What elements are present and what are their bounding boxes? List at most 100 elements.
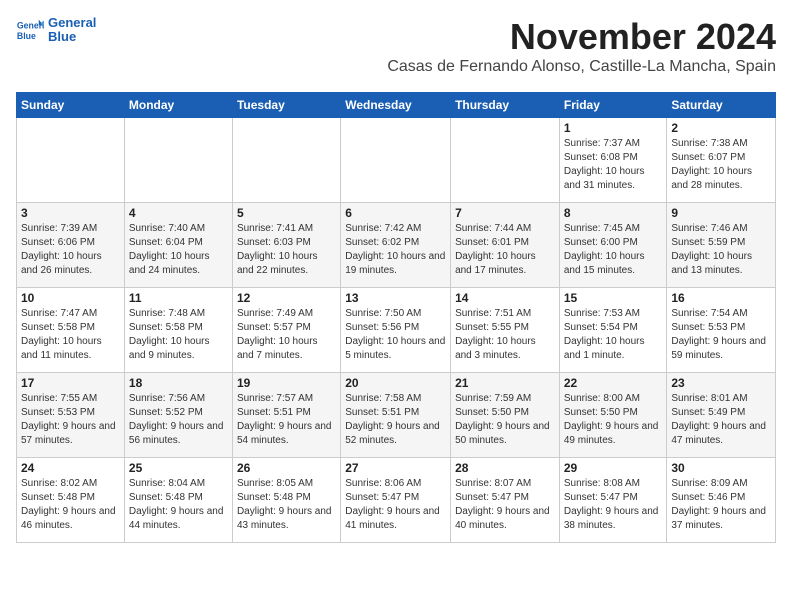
day-info: Sunrise: 7:57 AM Sunset: 5:51 PM Dayligh… — [237, 392, 336, 448]
day-number: 30 — [671, 461, 771, 475]
col-header-sunday: Sunday — [17, 93, 125, 118]
calendar-cell: 26 Sunrise: 8:05 AM Sunset: 5:48 PM Dayli… — [232, 458, 340, 543]
col-header-thursday: Thursday — [451, 93, 560, 118]
col-header-saturday: Saturday — [667, 93, 776, 118]
calendar-cell: 1 Sunrise: 7:37 AM Sunset: 6:08 PM Daylig… — [559, 118, 667, 203]
svg-text:Blue: Blue — [17, 31, 36, 41]
day-info: Sunrise: 8:08 AM Sunset: 5:47 PM Dayligh… — [564, 477, 663, 533]
calendar-cell: 30 Sunrise: 8:09 AM Sunset: 5:46 PM Dayli… — [667, 458, 776, 543]
calendar-cell — [341, 118, 451, 203]
calendar-cell: 13 Sunrise: 7:50 AM Sunset: 5:56 PM Dayli… — [341, 288, 451, 373]
calendar-cell: 28Sunrise: 8:07 AM Sunset: 5:47 PM Dayli… — [451, 458, 560, 543]
day-number: 9 — [671, 206, 771, 220]
week-row-1: 1 Sunrise: 7:37 AM Sunset: 6:08 PM Daylig… — [17, 118, 776, 203]
logo: General Blue General Blue — [16, 16, 96, 45]
week-row-2: 3Sunrise: 7:39 AM Sunset: 6:06 PM Daylig… — [17, 203, 776, 288]
calendar-cell: 27 Sunrise: 8:06 AM Sunset: 5:47 PM Dayli… — [341, 458, 451, 543]
day-number: 14 — [455, 291, 555, 305]
day-number: 20 — [345, 376, 446, 390]
day-number: 10 — [21, 291, 120, 305]
calendar-table: SundayMondayTuesdayWednesdayThursdayFrid… — [16, 92, 776, 543]
day-number: 28 — [455, 461, 555, 475]
day-number: 25 — [129, 461, 228, 475]
day-info: Sunrise: 8:05 AM Sunset: 5:48 PM Dayligh… — [237, 477, 336, 533]
day-number: 15 — [564, 291, 663, 305]
calendar-cell: 7Sunrise: 7:44 AM Sunset: 6:01 PM Daylig… — [451, 203, 560, 288]
day-info: Sunrise: 7:51 AM Sunset: 5:55 PM Dayligh… — [455, 307, 555, 363]
calendar-cell: 25 Sunrise: 8:04 AM Sunset: 5:48 PM Dayli… — [124, 458, 232, 543]
calendar-cell: 18 Sunrise: 7:56 AM Sunset: 5:52 PM Dayli… — [124, 373, 232, 458]
calendar-cell: 19Sunrise: 7:57 AM Sunset: 5:51 PM Dayli… — [232, 373, 340, 458]
day-info: Sunrise: 7:59 AM Sunset: 5:50 PM Dayligh… — [455, 392, 555, 448]
day-info: Sunrise: 8:02 AM Sunset: 5:48 PM Dayligh… — [21, 477, 120, 533]
day-number: 8 — [564, 206, 663, 220]
day-info: Sunrise: 7:55 AM Sunset: 5:53 PM Dayligh… — [21, 392, 120, 448]
week-row-5: 24 Sunrise: 8:02 AM Sunset: 5:48 PM Dayli… — [17, 458, 776, 543]
day-info: Sunrise: 7:48 AM Sunset: 5:58 PM Dayligh… — [129, 307, 228, 363]
title-section: November 2024 Casas de Fernando Alonso, … — [387, 16, 776, 84]
month-title: November 2024 — [387, 16, 776, 58]
day-info: Sunrise: 8:01 AM Sunset: 5:49 PM Dayligh… — [671, 392, 771, 448]
day-number: 16 — [671, 291, 771, 305]
calendar-cell: 12 Sunrise: 7:49 AM Sunset: 5:57 PM Dayli… — [232, 288, 340, 373]
day-info: Sunrise: 7:37 AM Sunset: 6:08 PM Dayligh… — [564, 137, 663, 193]
day-number: 5 — [237, 206, 336, 220]
calendar-cell: 4 Sunrise: 7:40 AM Sunset: 6:04 PM Daylig… — [124, 203, 232, 288]
calendar-cell — [17, 118, 125, 203]
day-number: 27 — [345, 461, 446, 475]
calendar-cell: 9Sunrise: 7:46 AM Sunset: 5:59 PM Daylig… — [667, 203, 776, 288]
day-info: Sunrise: 7:39 AM Sunset: 6:06 PM Dayligh… — [21, 222, 120, 278]
day-number: 24 — [21, 461, 120, 475]
day-number: 12 — [237, 291, 336, 305]
col-header-friday: Friday — [559, 93, 667, 118]
calendar-cell: 23Sunrise: 8:01 AM Sunset: 5:49 PM Dayli… — [667, 373, 776, 458]
day-number: 29 — [564, 461, 663, 475]
day-number: 21 — [455, 376, 555, 390]
day-info: Sunrise: 8:06 AM Sunset: 5:47 PM Dayligh… — [345, 477, 446, 533]
day-info: Sunrise: 7:41 AM Sunset: 6:03 PM Dayligh… — [237, 222, 336, 278]
calendar-cell: 3Sunrise: 7:39 AM Sunset: 6:06 PM Daylig… — [17, 203, 125, 288]
calendar-cell: 24 Sunrise: 8:02 AM Sunset: 5:48 PM Dayli… — [17, 458, 125, 543]
day-info: Sunrise: 7:56 AM Sunset: 5:52 PM Dayligh… — [129, 392, 228, 448]
day-info: Sunrise: 7:38 AM Sunset: 6:07 PM Dayligh… — [671, 137, 771, 193]
day-number: 13 — [345, 291, 446, 305]
calendar-cell: 5 Sunrise: 7:41 AM Sunset: 6:03 PM Daylig… — [232, 203, 340, 288]
week-row-4: 17 Sunrise: 7:55 AM Sunset: 5:53 PM Dayli… — [17, 373, 776, 458]
day-info: Sunrise: 8:04 AM Sunset: 5:48 PM Dayligh… — [129, 477, 228, 533]
day-number: 11 — [129, 291, 228, 305]
calendar-cell: 20Sunrise: 7:58 AM Sunset: 5:51 PM Dayli… — [341, 373, 451, 458]
day-number: 17 — [21, 376, 120, 390]
day-info: Sunrise: 7:40 AM Sunset: 6:04 PM Dayligh… — [129, 222, 228, 278]
calendar-cell: 22 Sunrise: 8:00 AM Sunset: 5:50 PM Dayli… — [559, 373, 667, 458]
logo-blue: Blue — [48, 30, 96, 44]
calendar-cell: 17 Sunrise: 7:55 AM Sunset: 5:53 PM Dayli… — [17, 373, 125, 458]
day-info: Sunrise: 7:44 AM Sunset: 6:01 PM Dayligh… — [455, 222, 555, 278]
day-info: Sunrise: 7:49 AM Sunset: 5:57 PM Dayligh… — [237, 307, 336, 363]
day-info: Sunrise: 7:47 AM Sunset: 5:58 PM Dayligh… — [21, 307, 120, 363]
day-info: Sunrise: 8:09 AM Sunset: 5:46 PM Dayligh… — [671, 477, 771, 533]
day-info: Sunrise: 8:00 AM Sunset: 5:50 PM Dayligh… — [564, 392, 663, 448]
calendar-cell: 21 Sunrise: 7:59 AM Sunset: 5:50 PM Dayli… — [451, 373, 560, 458]
calendar-cell: 14 Sunrise: 7:51 AM Sunset: 5:55 PM Dayli… — [451, 288, 560, 373]
general-blue-logo-icon: General Blue — [16, 16, 44, 44]
calendar-cell: 8Sunrise: 7:45 AM Sunset: 6:00 PM Daylig… — [559, 203, 667, 288]
page-header: General Blue General Blue November 2024 … — [16, 16, 776, 84]
calendar-header-row: SundayMondayTuesdayWednesdayThursdayFrid… — [17, 93, 776, 118]
week-row-3: 10 Sunrise: 7:47 AM Sunset: 5:58 PM Dayli… — [17, 288, 776, 373]
day-number: 4 — [129, 206, 228, 220]
calendar-cell: 6 Sunrise: 7:42 AM Sunset: 6:02 PM Daylig… — [341, 203, 451, 288]
day-info: Sunrise: 7:42 AM Sunset: 6:02 PM Dayligh… — [345, 222, 446, 278]
location-title: Casas de Fernando Alonso, Castille-La Ma… — [387, 58, 776, 76]
day-number: 2 — [671, 121, 771, 135]
calendar-cell: 15Sunrise: 7:53 AM Sunset: 5:54 PM Dayli… — [559, 288, 667, 373]
day-number: 22 — [564, 376, 663, 390]
day-number: 6 — [345, 206, 446, 220]
day-info: Sunrise: 7:54 AM Sunset: 5:53 PM Dayligh… — [671, 307, 771, 363]
day-info: Sunrise: 7:50 AM Sunset: 5:56 PM Dayligh… — [345, 307, 446, 363]
col-header-wednesday: Wednesday — [341, 93, 451, 118]
calendar-cell: 11 Sunrise: 7:48 AM Sunset: 5:58 PM Dayli… — [124, 288, 232, 373]
day-number: 26 — [237, 461, 336, 475]
calendar-cell: 2 Sunrise: 7:38 AM Sunset: 6:07 PM Daylig… — [667, 118, 776, 203]
day-number: 18 — [129, 376, 228, 390]
day-number: 1 — [564, 121, 663, 135]
